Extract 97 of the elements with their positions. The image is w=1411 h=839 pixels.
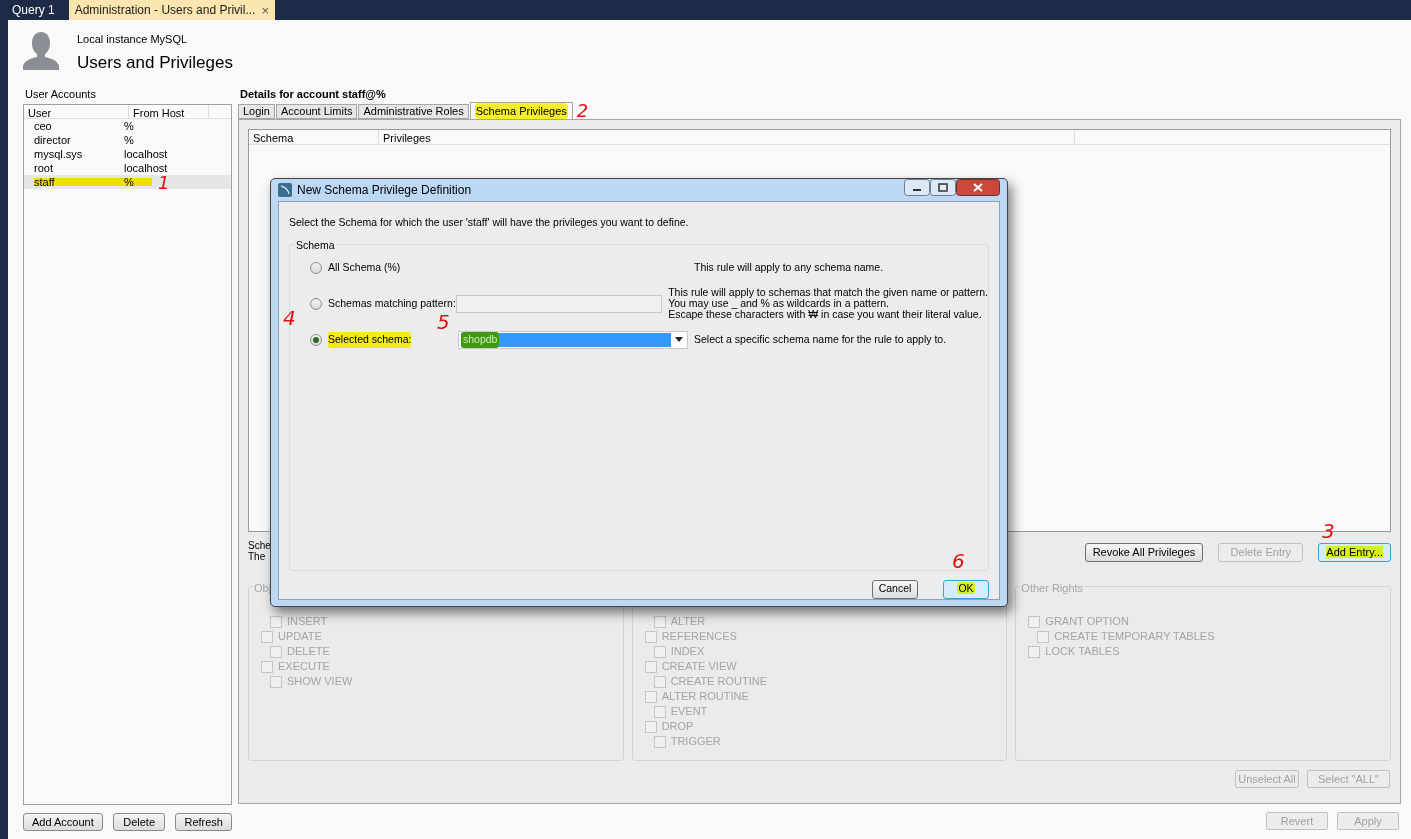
table-cell-text: % — [124, 118, 134, 134]
checkbox-label: CREATE ROUTINE — [670, 674, 767, 690]
close-icon[interactable] — [956, 178, 1000, 196]
annotation-number: 4 — [283, 308, 296, 328]
table-cell-text: director — [33, 132, 72, 148]
checkbox[interactable] — [653, 705, 666, 718]
hint-text: This rule will apply to schemas that match the given name or pattern. You may use _ and % as wildcards in a pattern. Escape these characters with ₩ in case you want their literal value. — [668, 287, 988, 321]
hint-text: This rule will apply to any schema name. — [694, 262, 884, 274]
tab[interactable]: Schema Privileges — [469, 102, 573, 119]
annotation-number: 6 — [952, 551, 965, 571]
tab[interactable]: Administrative Roles — [358, 104, 469, 119]
checkbox[interactable] — [644, 630, 657, 643]
table-cell-text: % — [124, 174, 134, 190]
checkbox-label: DELETE — [287, 644, 330, 660]
checkbox-label: REFERENCES — [661, 629, 737, 645]
button[interactable]: OK — [943, 579, 989, 599]
info-text: The — [248, 551, 267, 562]
user-row[interactable]: mysql.sys localhost — [24, 147, 231, 161]
checkbox-label: INDEX — [670, 644, 705, 660]
checkbox-label: EXECUTE — [278, 659, 330, 675]
checkbox-label: CREATE VIEW — [661, 659, 737, 675]
option-label: Schemas matching pattern: — [328, 295, 456, 311]
checkbox-label: INSERT — [287, 614, 328, 630]
dropdown-arrow-icon[interactable] — [675, 337, 683, 343]
button[interactable]: Revoke All Privileges — [1084, 543, 1204, 562]
close-icon[interactable]: × — [261, 3, 269, 17]
checkbox-label: TRIGGER — [670, 734, 721, 750]
checkbox[interactable] — [1028, 615, 1041, 628]
checkbox[interactable] — [270, 675, 282, 688]
hint-text: Select a specific schema name for the rule to apply to. — [694, 334, 947, 346]
info-text: Sche — [248, 540, 272, 551]
table-cell-text: ceo — [33, 118, 53, 134]
checkbox[interactable] — [644, 720, 657, 733]
table-cell-text: % — [124, 132, 134, 148]
page-title: Users and Privileges — [77, 51, 233, 74]
button[interactable]: Delete — [112, 813, 166, 831]
radio-button[interactable] — [310, 333, 322, 346]
checkbox-label: DROP — [661, 719, 694, 735]
instruction-text: Select the Schema for which the user 'staff' will have the privileges you want to define. — [289, 215, 690, 230]
checkbox[interactable] — [1028, 645, 1041, 658]
checkbox-label: LOCK TABLES — [1045, 644, 1120, 660]
annotation-number: 2 — [576, 102, 589, 120]
editor-tab[interactable]: Administration - Users and Privil... × — [68, 0, 275, 20]
checkbox[interactable] — [261, 660, 273, 673]
button[interactable]: Add Entry... — [1318, 543, 1391, 562]
option-label: All Schema (%) — [328, 259, 401, 275]
checkbox[interactable] — [270, 645, 282, 658]
radio-button[interactable] — [310, 297, 322, 310]
button[interactable]: Add Account — [23, 813, 103, 831]
checkbox[interactable] — [653, 615, 666, 628]
option-label: Selected schema: — [328, 331, 412, 348]
editor-tab[interactable]: Query 1 — [4, 0, 63, 20]
radio-button[interactable] — [310, 261, 322, 274]
checkbox[interactable] — [270, 615, 282, 628]
minimize-icon[interactable] — [904, 178, 930, 196]
section-label: User Accounts — [25, 87, 97, 101]
details-title: Details for account staff@% — [240, 87, 387, 101]
instance-label: Local instance MySQL — [77, 32, 189, 47]
table-cell-text: mysql.sys — [33, 146, 84, 162]
dialog-title: New Schema Privilege Definition — [297, 182, 473, 199]
checkbox[interactable] — [653, 675, 666, 688]
table-cell-text: localhost — [124, 160, 168, 176]
annotation-number: 5 — [437, 312, 450, 332]
user-row[interactable]: ceo % — [24, 119, 231, 133]
tab[interactable]: Account Limits — [275, 104, 358, 119]
checkbox-label: CREATE TEMPORARY TABLES — [1054, 629, 1215, 645]
user-row[interactable]: staff % 1 — [24, 175, 231, 189]
user-silhouette-icon — [23, 32, 59, 70]
annotation-number: 1 — [158, 174, 170, 192]
button[interactable]: Cancel — [872, 579, 918, 599]
checkbox-label: UPDATE — [278, 629, 322, 645]
annotation-number: 3 — [1322, 521, 1335, 541]
checkbox-label: ALTER ROUTINE — [661, 689, 749, 705]
pattern-field[interactable] — [455, 294, 663, 313]
column-header[interactable]: From Host — [129, 105, 209, 118]
user-row[interactable]: director % — [24, 133, 231, 147]
table-cell-text: staff — [33, 174, 56, 190]
checkbox[interactable] — [644, 690, 657, 703]
checkbox[interactable] — [653, 645, 666, 658]
checkbox[interactable] — [261, 630, 273, 643]
checkbox-label: GRANT OPTION — [1045, 614, 1129, 630]
checkbox[interactable] — [653, 735, 666, 748]
column-header[interactable]: User — [24, 105, 129, 118]
table-cell-text: localhost — [124, 146, 168, 162]
table-cell-text: root — [33, 160, 54, 176]
checkbox[interactable] — [1037, 630, 1050, 643]
maximize-icon[interactable] — [930, 178, 956, 196]
checkbox-label: SHOW VIEW — [287, 674, 353, 690]
column-header[interactable]: Schema — [249, 130, 379, 144]
checkbox-label: ALTER — [670, 614, 706, 630]
app-logo-icon — [278, 183, 292, 197]
button[interactable]: Refresh — [175, 813, 232, 831]
checkbox-label: EVENT — [670, 704, 708, 720]
tab[interactable]: Login — [238, 104, 275, 119]
checkbox[interactable] — [644, 660, 657, 673]
column-header[interactable]: Privileges — [379, 130, 1075, 144]
user-row[interactable]: root localhost — [24, 161, 231, 175]
